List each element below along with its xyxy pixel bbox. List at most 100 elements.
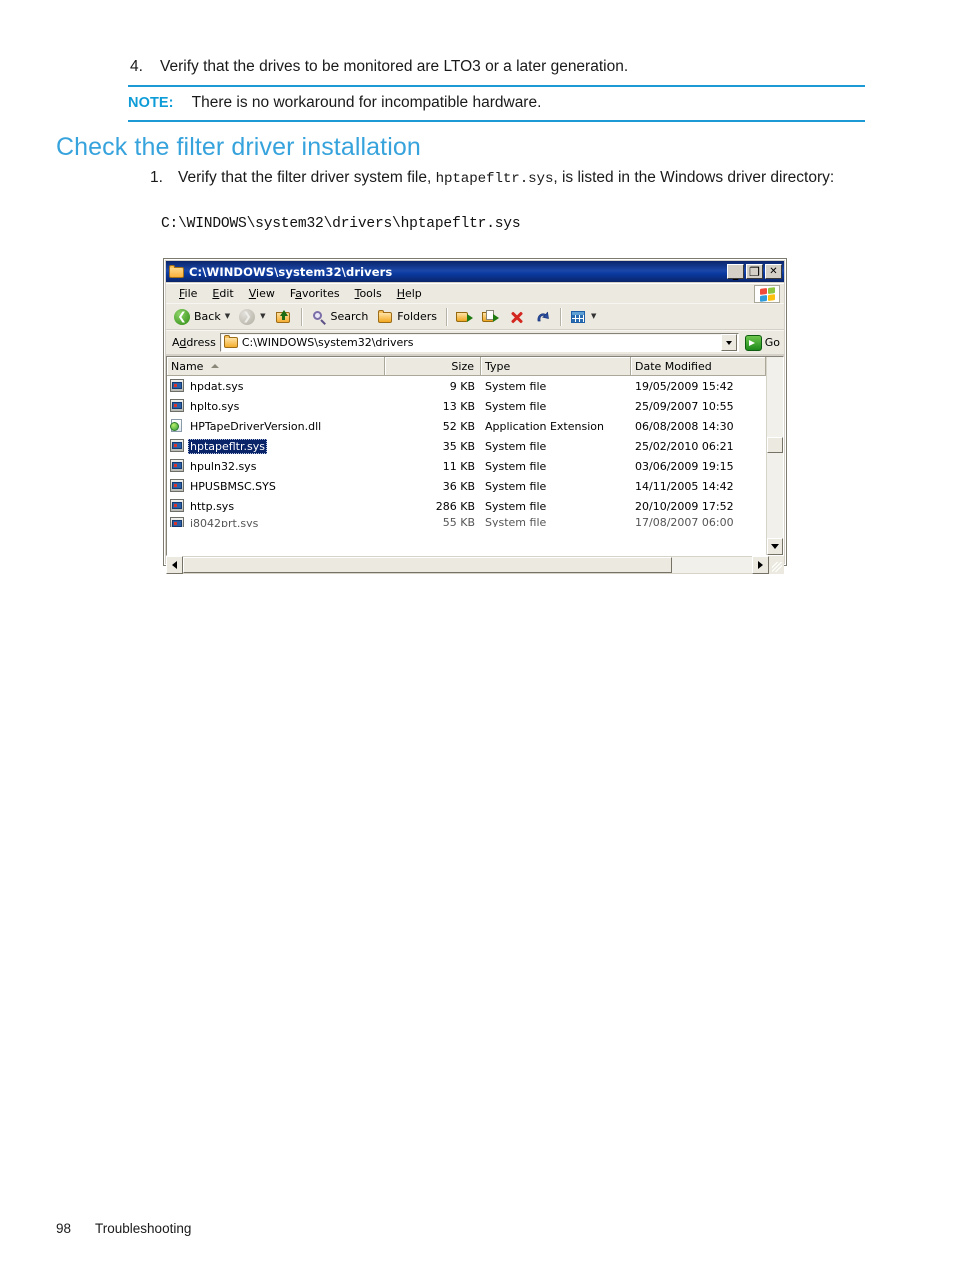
scroll-right-button[interactable]	[752, 556, 769, 574]
menubar: File Edit View Favorites Tools Help	[166, 283, 784, 303]
numbered-step-1: 1. Verify that the filter driver system …	[150, 167, 870, 190]
close-icon: ✕	[769, 265, 778, 277]
column-header-size-label: Size	[451, 359, 474, 373]
note-text: There is no workaround for incompatible …	[191, 94, 542, 111]
menu-item-file[interactable]: File	[172, 285, 205, 302]
file-date-modified: 03/06/2009 19:15	[635, 459, 734, 473]
file-name: hpuln32.sys	[190, 459, 257, 473]
folders-button[interactable]: Folders	[373, 306, 441, 328]
page-footer: 98 Troubleshooting	[56, 1221, 191, 1236]
chevron-down-icon: ▼	[591, 312, 597, 320]
file-type: System file	[485, 516, 547, 527]
file-name-cell: hptapefltr.sys	[167, 438, 385, 454]
file-date-modified: 17/08/2007 06:00	[635, 516, 734, 527]
back-button[interactable]: ❮ Back ▼	[170, 306, 234, 328]
go-button[interactable]: Go	[743, 334, 780, 351]
dll-file-icon	[170, 419, 184, 433]
file-size: 52 KB	[442, 419, 475, 433]
copy-to-button[interactable]	[478, 306, 503, 328]
sort-ascending-icon	[211, 364, 220, 368]
system-file-icon	[170, 499, 184, 513]
file-name: http.sys	[190, 499, 235, 513]
horizontal-scrollbar-thumb[interactable]	[183, 557, 673, 573]
up-button[interactable]	[271, 306, 296, 328]
column-header-size[interactable]: Size	[385, 357, 481, 375]
views-button[interactable]: ▼	[566, 306, 600, 328]
window-titlebar[interactable]: C:\WINDOWS\system32\drivers _ ❐ ✕	[166, 261, 784, 282]
address-input[interactable]: C:\WINDOWS\system32\drivers	[219, 333, 739, 352]
scroll-right-icon	[758, 561, 763, 569]
file-name: hpdat.sys	[190, 379, 244, 393]
file-size: 11 KB	[442, 459, 475, 473]
note-label: NOTE:	[128, 95, 174, 111]
file-name-cell: HPTapeDriverVersion.dll	[167, 419, 385, 434]
back-arrow-icon: ❮	[174, 308, 191, 325]
views-icon	[570, 309, 587, 325]
file-date-modified: 25/09/2007 10:55	[635, 399, 734, 413]
column-header-name[interactable]: Name	[167, 357, 385, 375]
go-label: Go	[764, 336, 780, 349]
maximize-button[interactable]: ❐	[746, 264, 763, 279]
table-row[interactable]: http.sys 286 KB System file 20/10/2009 1…	[167, 496, 783, 516]
note-rule-bottom	[128, 120, 865, 122]
scroll-down-icon	[771, 544, 779, 549]
document-page: 4. Verify that the drives to be monitore…	[0, 0, 954, 1271]
folders-icon	[377, 309, 394, 325]
scroll-left-icon	[172, 561, 177, 569]
search-button[interactable]: Search	[307, 306, 373, 328]
file-date-modified: 19/05/2009 15:42	[635, 379, 734, 393]
table-row[interactable]: hpdat.sys 9 KB System file 19/05/2009 15…	[167, 376, 783, 396]
search-label: Search	[330, 310, 369, 323]
page-title: Check the filter driver installation	[56, 133, 421, 161]
windows-flag-icon	[754, 285, 780, 303]
file-size: 55 KB	[442, 516, 475, 527]
file-type: Application Extension	[485, 419, 604, 433]
column-header-date-modified[interactable]: Date Modified	[631, 357, 766, 375]
file-name: HPUSBMSC.SYS	[190, 479, 276, 493]
file-type: System file	[485, 499, 547, 513]
window-title: C:\WINDOWS\system32\drivers	[189, 264, 393, 279]
forward-button[interactable]: ❯ ▼	[235, 306, 269, 328]
vertical-scrollbar[interactable]	[766, 357, 783, 555]
menu-item-help[interactable]: Help	[390, 285, 430, 302]
horizontal-scrollbar-track[interactable]	[183, 556, 752, 574]
table-row[interactable]: i8042prt.sys 55 KB System file 17/08/200…	[167, 516, 783, 527]
chevron-down-icon: ▼	[224, 312, 231, 320]
maximize-icon: ❐	[749, 264, 760, 279]
file-type: System file	[485, 439, 547, 453]
vertical-scrollbar-thumb[interactable]	[767, 437, 783, 453]
table-row[interactable]: HPTapeDriverVersion.dll 52 KB Applicatio…	[167, 416, 783, 436]
table-row[interactable]: hpuln32.sys 11 KB System file 03/06/2009…	[167, 456, 783, 476]
menu-item-edit[interactable]: Edit	[205, 285, 241, 302]
undo-button[interactable]	[530, 306, 555, 328]
menu-item-favorites[interactable]: Favorites	[283, 285, 348, 302]
table-row[interactable]: hplto.sys 13 KB System file 25/09/2007 1…	[167, 396, 783, 416]
code-path: C:\WINDOWS\system32\drivers\hptapefltr.s…	[161, 216, 521, 232]
file-size: 36 KB	[442, 479, 475, 493]
file-date-modified: 14/11/2005 14:42	[635, 479, 734, 493]
column-header-date-label: Date Modified	[635, 359, 712, 373]
close-button[interactable]: ✕	[765, 264, 782, 279]
table-row[interactable]: hptapefltr.sys 35 KB System file 25/02/2…	[167, 436, 783, 456]
column-header-type[interactable]: Type	[481, 357, 631, 375]
menu-item-tools[interactable]: Tools	[348, 285, 390, 302]
minimize-button[interactable]: _	[727, 264, 744, 281]
step-1-filename: hptapefltr.sys	[435, 171, 554, 187]
delete-button[interactable]	[504, 306, 529, 328]
note-admonition: NOTE: There is no workaround for incompa…	[128, 85, 865, 122]
file-list-pane: Name Size Type Date Modified hpdat.sys 9…	[166, 356, 784, 556]
menu-item-view[interactable]: View	[242, 285, 283, 302]
address-dropdown-button[interactable]	[720, 334, 737, 351]
move-to-button[interactable]	[452, 306, 477, 328]
file-date-modified: 06/08/2008 14:30	[635, 419, 734, 433]
table-row[interactable]: HPUSBMSC.SYS 36 KB System file 14/11/200…	[167, 476, 783, 496]
scroll-down-button[interactable]	[767, 538, 783, 555]
horizontal-scrollbar[interactable]	[166, 556, 784, 574]
minimize-icon: _	[732, 267, 739, 281]
file-type: System file	[485, 379, 547, 393]
file-name: i8042prt.sys	[190, 517, 259, 527]
chevron-down-icon	[725, 340, 732, 345]
scroll-left-button[interactable]	[166, 556, 183, 574]
file-type: System file	[485, 479, 547, 493]
resize-grip-icon[interactable]	[769, 556, 784, 574]
